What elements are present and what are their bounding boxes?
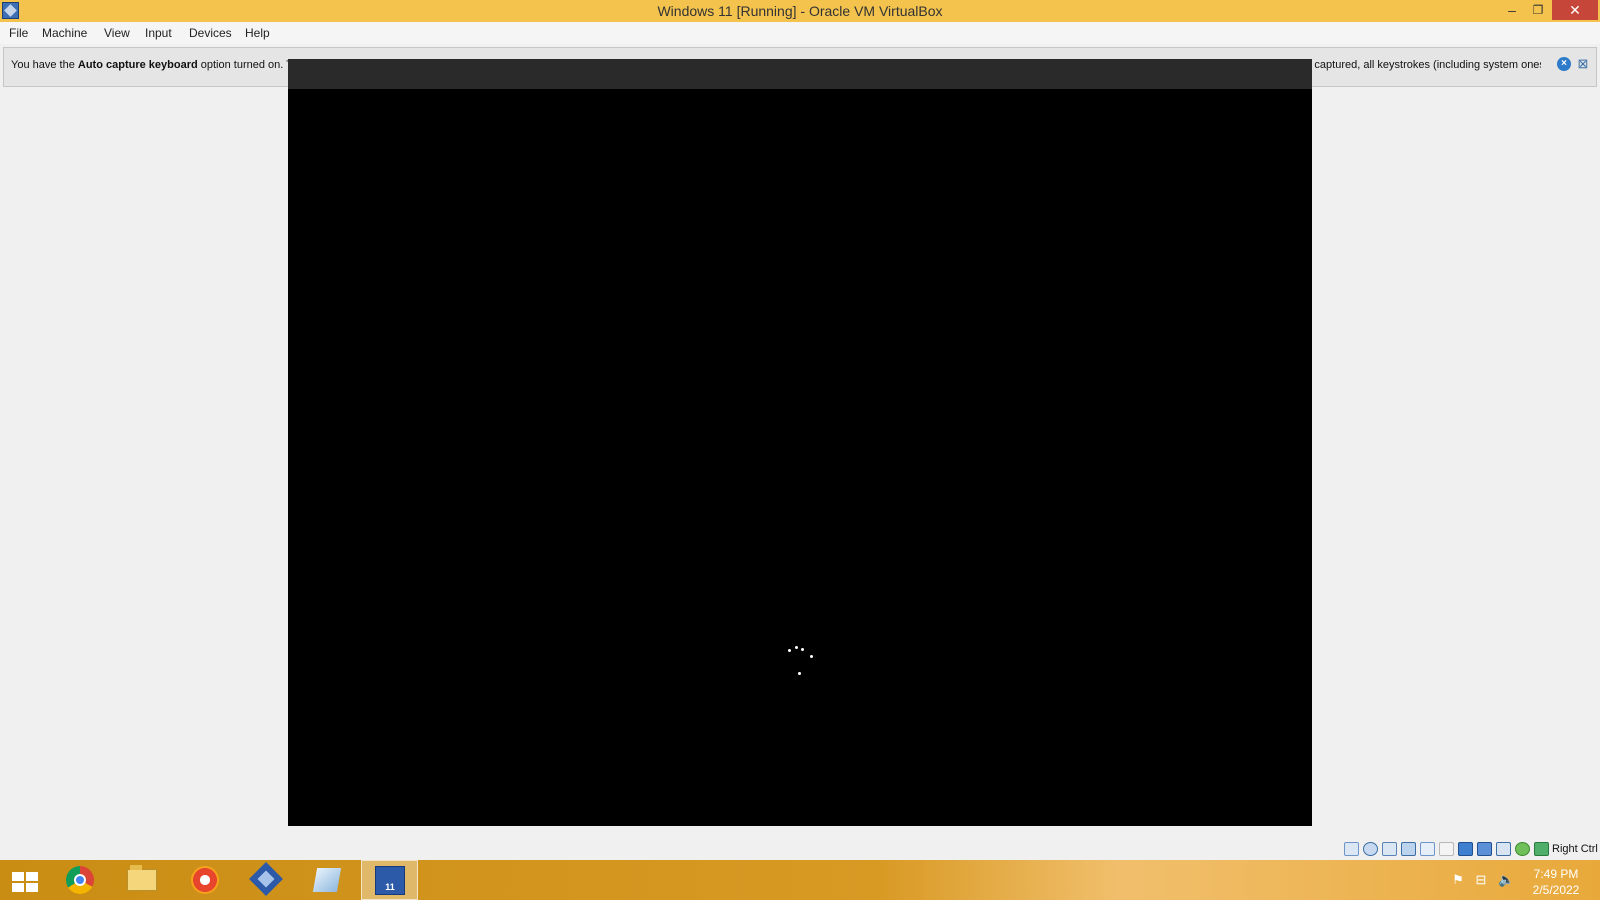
volume-muted-icon[interactable]: 🔈	[1498, 873, 1514, 887]
notice-text-1: You have the	[11, 59, 78, 71]
cpu-icon[interactable]	[1496, 842, 1511, 856]
taskbar-chrome[interactable]	[50, 860, 107, 900]
action-center-flag-icon[interactable]: ⚑	[1451, 873, 1465, 887]
menu-input[interactable]: Input	[145, 26, 172, 40]
taskbar-rotor-app[interactable]	[175, 860, 232, 900]
taskbar: 11 ⚑ ⊟ 🔈 7:49 PM 2/5/2022	[0, 860, 1600, 900]
vm-windows-11-icon: 11	[375, 866, 405, 895]
notice-close-icon[interactable]: ×	[1557, 57, 1571, 71]
vm-icon-label: 11	[385, 882, 395, 892]
network-icon[interactable]	[1401, 842, 1416, 856]
shared-folders-icon[interactable]	[1439, 842, 1454, 856]
folder-icon	[127, 865, 157, 891]
keyboard-capture-icon[interactable]	[1534, 842, 1549, 856]
title-bar: Windows 11 [Running] - Oracle VM Virtual…	[0, 0, 1600, 22]
menu-machine[interactable]: Machine	[42, 26, 87, 40]
taskbar-file-explorer[interactable]	[113, 860, 170, 900]
blank-app-icon	[312, 868, 342, 892]
menu-view[interactable]: View	[104, 26, 130, 40]
hard-disk-icon[interactable]	[1344, 842, 1359, 856]
taskbar-blank-app[interactable]	[299, 860, 356, 900]
start-button[interactable]	[0, 860, 57, 900]
virtualbox-icon	[249, 862, 283, 896]
menu-file[interactable]: File	[9, 26, 28, 40]
menu-devices[interactable]: Devices	[189, 26, 232, 40]
minimize-button[interactable]: –	[1498, 0, 1526, 20]
video-capture-icon[interactable]	[1477, 842, 1492, 856]
usb-icon[interactable]	[1420, 842, 1435, 856]
window-title: Windows 11 [Running] - Oracle VM Virtual…	[657, 3, 943, 19]
menu-help[interactable]: Help	[245, 26, 270, 40]
clock-time[interactable]: 7:49 PM	[1526, 867, 1586, 881]
restore-button[interactable]: ❐	[1524, 0, 1552, 20]
taskbar-virtualbox-manager[interactable]	[237, 860, 294, 900]
taskbar-virtualbox-vm[interactable]: 11	[361, 860, 418, 900]
audio-icon[interactable]	[1382, 842, 1397, 856]
network-tray-icon[interactable]: ⊟	[1474, 873, 1488, 887]
vm-status-bar: Right Ctrl	[0, 838, 1600, 860]
chrome-icon	[66, 866, 94, 894]
host-key-label: Right Ctrl	[1552, 843, 1598, 855]
menu-bar: File Machine View Input Devices Help	[0, 22, 1600, 44]
windows-logo-icon	[12, 872, 38, 892]
rotor-app-icon	[191, 866, 219, 894]
vm-display-overlay	[288, 59, 1312, 89]
vm-display[interactable]	[288, 59, 1312, 826]
optical-drive-icon[interactable]	[1363, 842, 1378, 856]
mouse-integration-icon[interactable]	[1515, 842, 1530, 856]
notice-bold-1: Auto capture keyboard	[77, 59, 198, 71]
clock-date[interactable]: 2/5/2022	[1526, 883, 1586, 897]
display-icon[interactable]	[1458, 842, 1473, 856]
notice-do-not-show-icon[interactable]: ⊠	[1575, 56, 1591, 72]
close-button[interactable]: ✕	[1552, 0, 1598, 20]
